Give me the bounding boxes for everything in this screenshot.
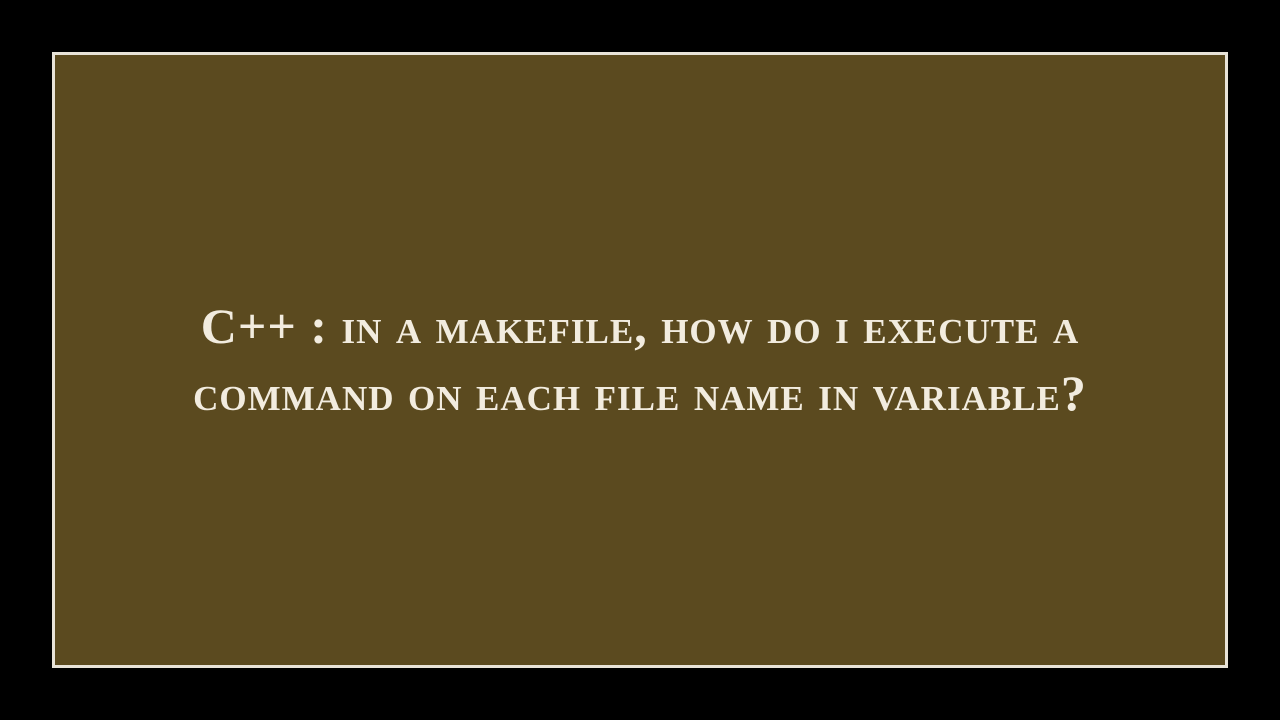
title-card: C++ : In a makefile, how do I execute a … bbox=[52, 52, 1228, 668]
title-text: C++ : In a makefile, how do I execute a … bbox=[140, 293, 1140, 428]
